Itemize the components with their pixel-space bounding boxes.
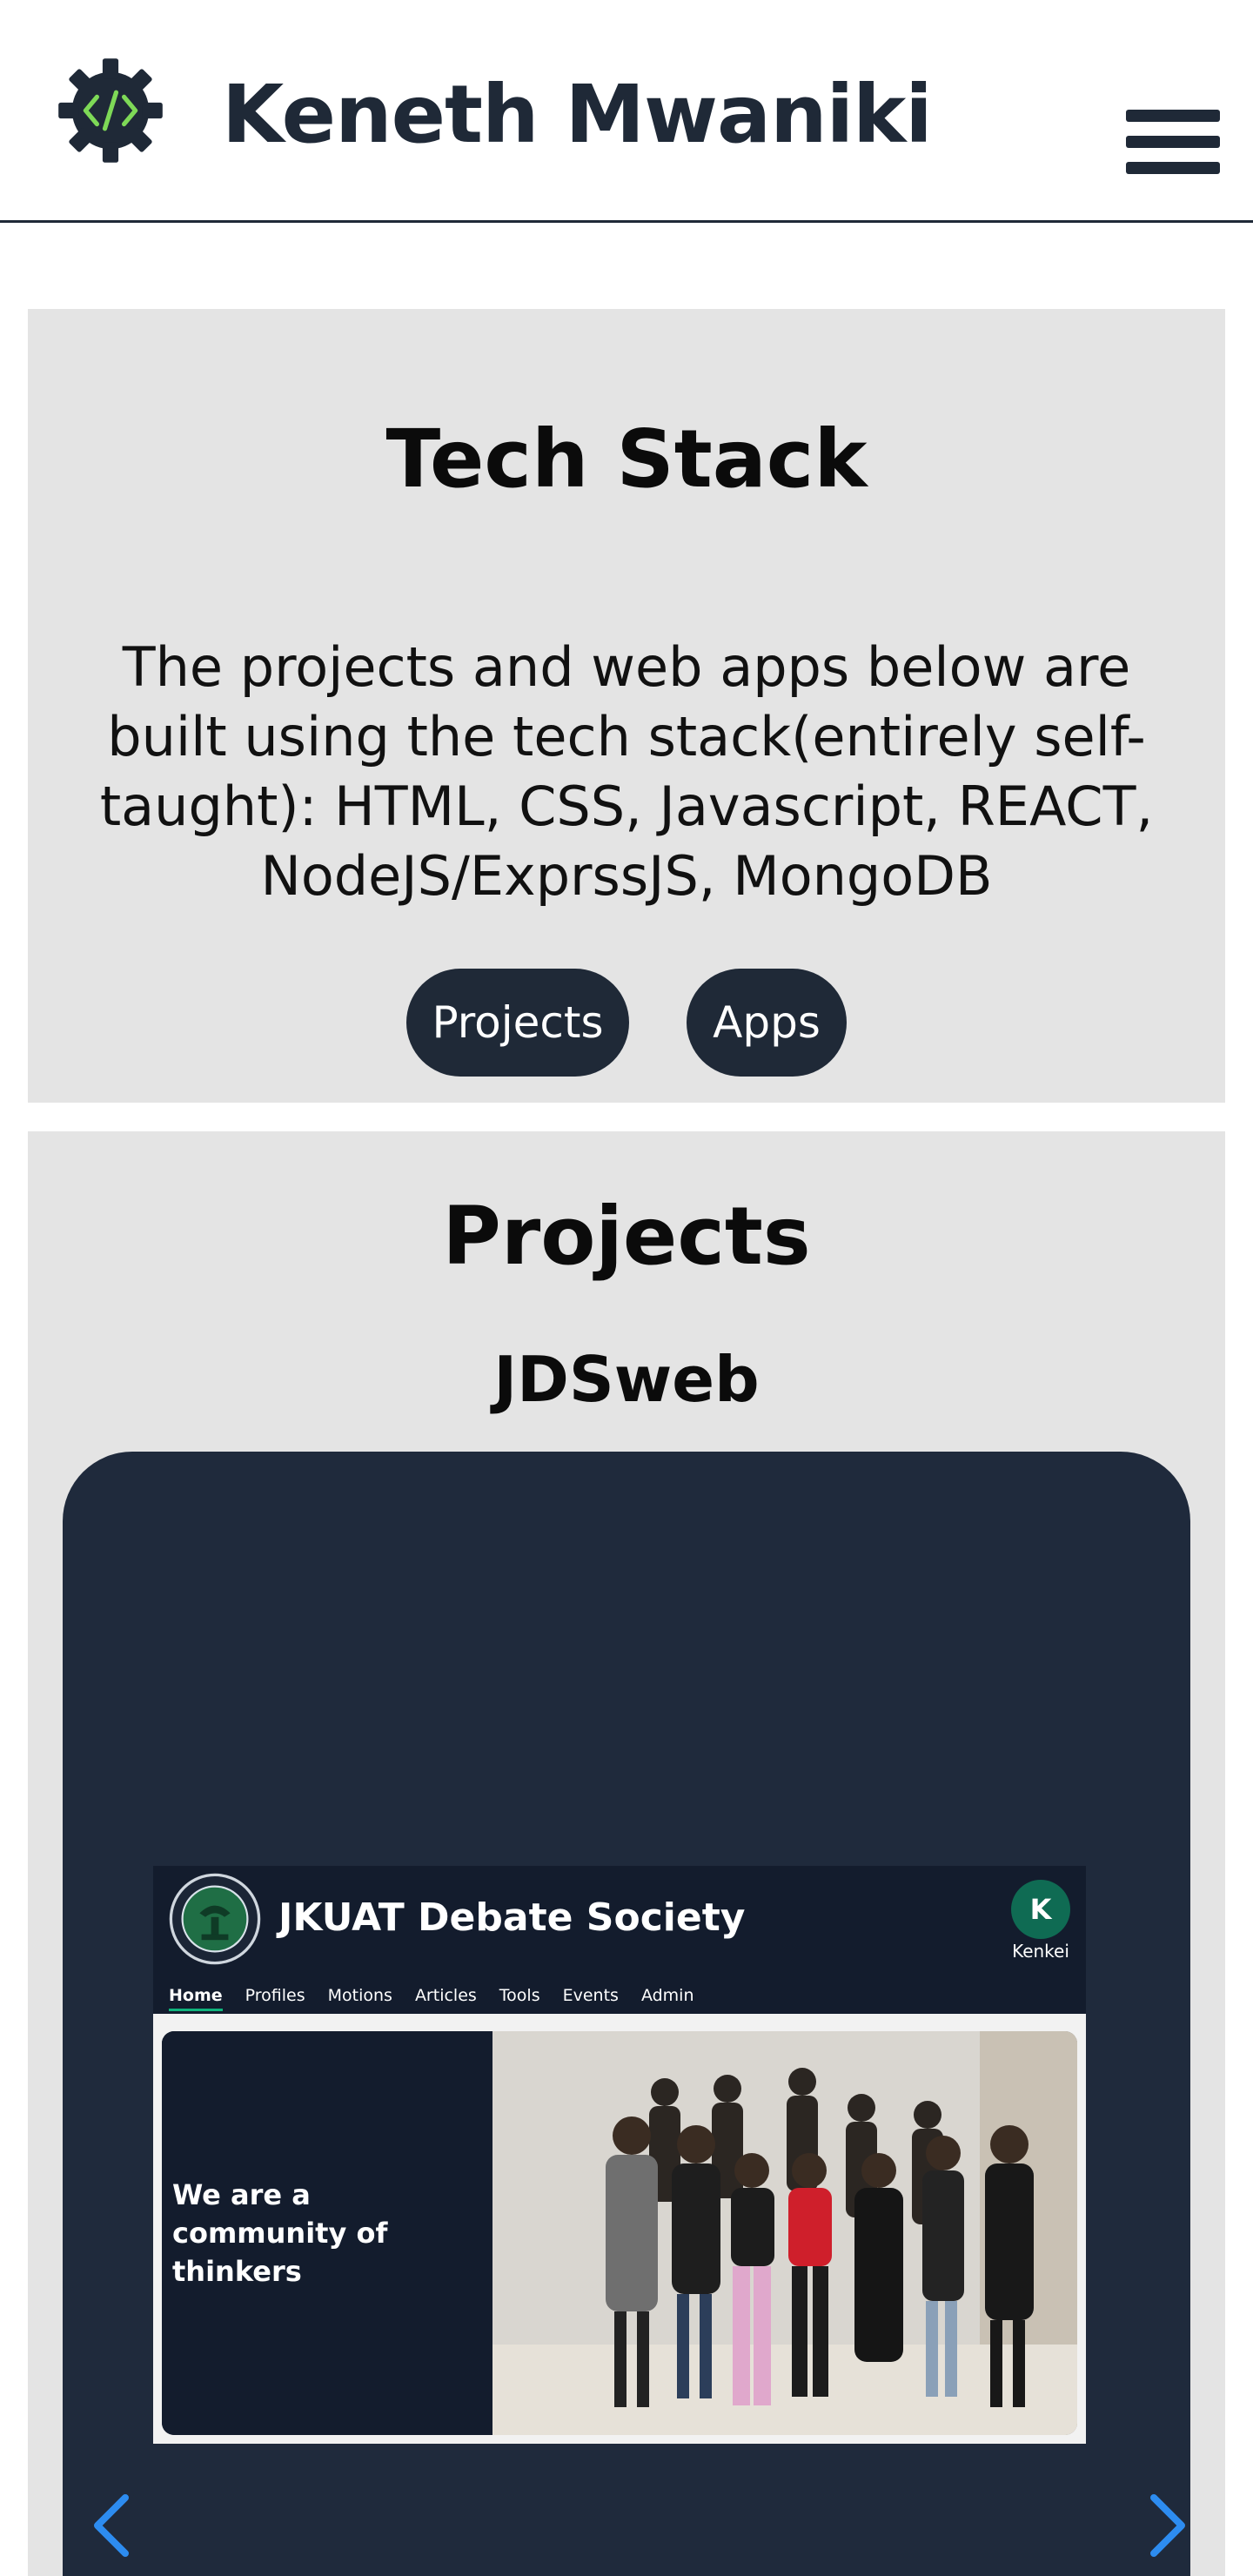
screenshot-nav-item: Admin [640, 1986, 694, 2005]
screenshot-nav: Home Profiles Motions Articles Tools Eve… [169, 1986, 694, 2011]
tech-stack-description: The projects and web apps below are buil… [99, 635, 1154, 908]
code-gear-icon[interactable] [54, 54, 167, 167]
screenshot-nav-item: Articles [414, 1986, 477, 2005]
chevron-right-icon[interactable] [1143, 2491, 1196, 2560]
chevron-left-icon[interactable] [84, 2491, 136, 2560]
screenshot-hero: We are a community of thinkers [162, 2031, 1077, 2435]
debate-society-logo [169, 1873, 261, 1965]
projects-button[interactable]: Projects [406, 969, 629, 1077]
screenshot-hero-text: We are a community of thinkers [162, 2031, 492, 2435]
site-brand-name[interactable]: Keneth Mwaniki [222, 63, 933, 167]
menu-bar [1126, 136, 1220, 148]
project-screenshot[interactable]: JKUAT Debate Society K Kenkei Home Profi… [153, 1866, 1086, 2444]
screenshot-nav-item: Profiles [245, 1986, 305, 2005]
project-name: JDSweb [493, 1343, 760, 1416]
tech-stack-title: Tech Stack [385, 413, 868, 506]
screenshot-nav-item: Tools [499, 1986, 540, 2005]
hamburger-menu-icon[interactable] [1126, 110, 1220, 174]
apps-button[interactable]: Apps [687, 969, 847, 1077]
screenshot-site-title: JKUAT Debate Society [278, 1895, 746, 1940]
site-header: Keneth Mwaniki [0, 0, 1253, 223]
screenshot-nav-item: Home [169, 1986, 223, 2011]
menu-bar [1126, 162, 1220, 174]
tech-stack-section: Tech Stack The projects and web apps bel… [28, 309, 1225, 1103]
avatar: K [1011, 1880, 1070, 1939]
projects-title: Projects [442, 1190, 811, 1283]
screenshot-nav-item: Events [562, 1986, 619, 2005]
screenshot-header: JKUAT Debate Society K Kenkei Home Profi… [153, 1866, 1086, 2014]
section-nav-buttons: Projects Apps [28, 969, 1225, 1077]
menu-bar [1126, 110, 1220, 122]
screenshot-user-name: Kenkei [1012, 1941, 1069, 1962]
group-photo [492, 2031, 1077, 2435]
screenshot-nav-item: Motions [327, 1986, 392, 2005]
